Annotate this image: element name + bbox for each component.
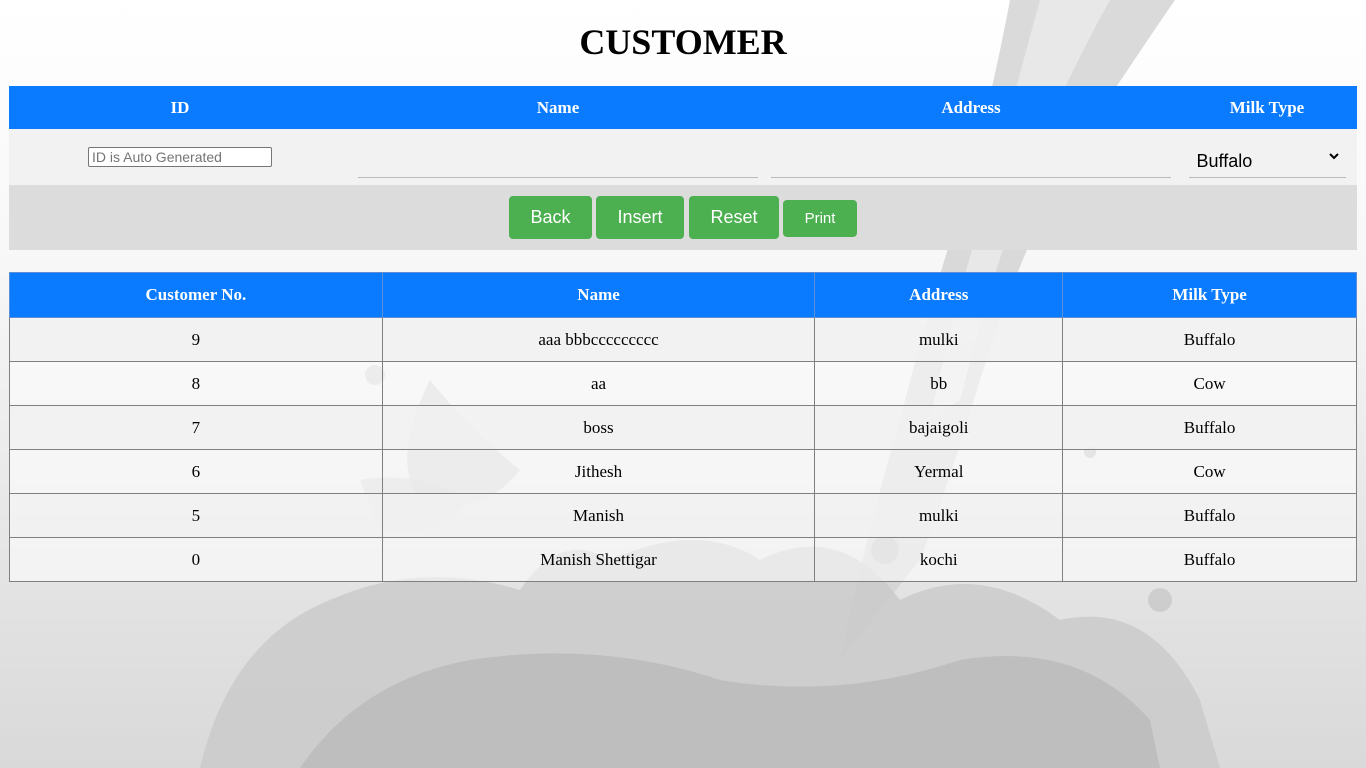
cell-milk-type: Buffalo <box>1062 405 1357 450</box>
cell-address: kochi <box>814 537 1064 582</box>
cell-milk-type: Buffalo <box>1062 317 1357 362</box>
cell-customer-no: 0 <box>9 537 383 582</box>
table-row[interactable]: 7 boss bajaigoli Buffalo <box>9 405 1357 450</box>
column-header-address: Address <box>814 272 1064 318</box>
cell-name: aaa bbbccccccccc <box>381 317 816 362</box>
form-header-address: Address <box>765 86 1177 129</box>
print-button[interactable]: Print <box>783 200 857 237</box>
cell-name: Manish <box>381 493 816 538</box>
form-cell-id <box>9 129 351 185</box>
table-row[interactable]: 0 Manish Shettigar kochi Buffalo <box>9 537 1357 582</box>
milk-type-select[interactable]: Buffalo <box>1188 144 1346 178</box>
column-header-milk-type: Milk Type <box>1062 272 1357 318</box>
customer-table: Customer No. Name Address Milk Type 9 aa… <box>9 272 1357 582</box>
cell-address: bb <box>814 361 1064 406</box>
cell-milk-type: Buffalo <box>1062 537 1357 582</box>
table-row[interactable]: 9 aaa bbbccccccccc mulki Buffalo <box>9 317 1357 362</box>
cell-milk-type: Cow <box>1062 361 1357 406</box>
cell-address: mulki <box>814 317 1064 362</box>
cell-name: Jithesh <box>381 449 816 494</box>
column-header-name: Name <box>381 272 816 318</box>
reset-button[interactable]: Reset <box>689 196 779 239</box>
table-row[interactable]: 5 Manish mulki Buffalo <box>9 493 1357 538</box>
cell-address: bajaigoli <box>814 405 1064 450</box>
cell-customer-no: 6 <box>9 449 383 494</box>
cell-milk-type: Buffalo <box>1062 493 1357 538</box>
column-header-customer-no: Customer No. <box>9 272 383 318</box>
form-header-name: Name <box>351 86 765 129</box>
insert-button[interactable]: Insert <box>596 196 684 239</box>
form-header-milk-type: Milk Type <box>1177 86 1357 129</box>
cell-customer-no: 8 <box>9 361 383 406</box>
action-button-bar: Back Insert Reset Print <box>9 185 1357 250</box>
table-row[interactable]: 8 aa bb Cow <box>9 361 1357 406</box>
back-button[interactable]: Back <box>509 196 592 239</box>
cell-customer-no: 5 <box>9 493 383 538</box>
address-input[interactable] <box>771 148 1171 178</box>
cell-name: Manish Shettigar <box>381 537 816 582</box>
cell-address: Yermal <box>814 449 1064 494</box>
cell-customer-no: 7 <box>9 405 383 450</box>
id-input[interactable] <box>88 147 272 167</box>
form-cell-address <box>765 129 1177 185</box>
form-cell-milk-type: Buffalo <box>1177 129 1357 185</box>
table-row[interactable]: 6 Jithesh Yermal Cow <box>9 449 1357 494</box>
form-header-id: ID <box>9 86 351 129</box>
cell-name: aa <box>381 361 816 406</box>
customer-form: ID Name Address Milk Type ID is Auto Gen… <box>9 86 1357 185</box>
form-cell-name <box>351 129 765 185</box>
page-title: CUSTOMER <box>579 22 787 62</box>
cell-milk-type: Cow <box>1062 449 1357 494</box>
cell-customer-no: 9 <box>9 317 383 362</box>
cell-name: boss <box>381 405 816 450</box>
name-input[interactable] <box>358 148 758 178</box>
cell-address: mulki <box>814 493 1064 538</box>
milk-type-select-wrapper: Buffalo <box>1188 136 1346 178</box>
